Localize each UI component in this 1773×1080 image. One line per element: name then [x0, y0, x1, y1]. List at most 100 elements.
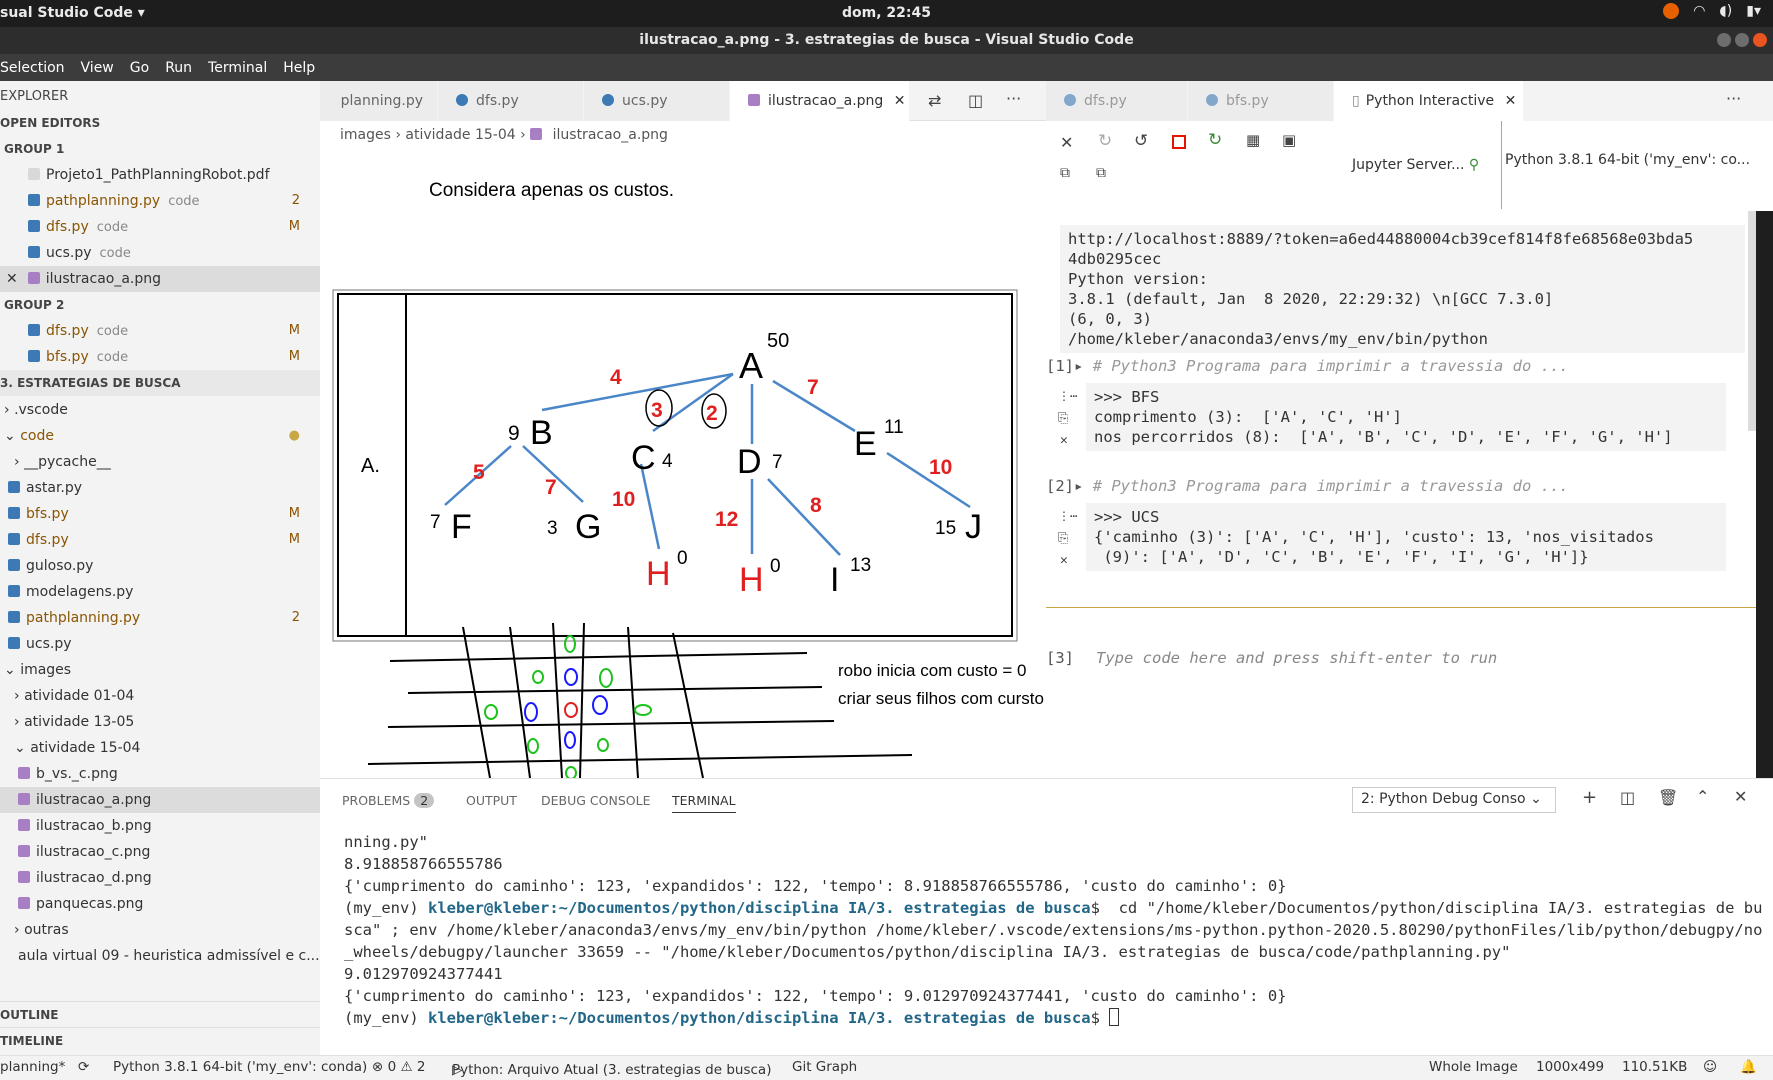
collapse-cells-icon[interactable]: ⧉ — [1096, 165, 1106, 181]
tree-file[interactable]: ilustracao_b.png — [0, 813, 320, 839]
redo-icon[interactable]: ↻ — [1098, 131, 1112, 151]
tree-file[interactable]: dfs.py M — [0, 527, 320, 553]
open-editors-header[interactable]: OPEN EDITORS — [0, 110, 320, 136]
battery-icon[interactable]: ▮▾ — [1746, 3, 1761, 19]
cell-header[interactable]: [1]▸ # Python3 Programa para imprimir a … — [1046, 357, 1569, 375]
firefox-icon[interactable] — [1663, 3, 1680, 19]
expand-cells-icon[interactable]: ⧉ — [1060, 165, 1070, 181]
jupyter-server-status[interactable]: Jupyter Server... ⚲ — [1352, 157, 1479, 173]
timeline-header[interactable]: TIMELINE — [0, 1027, 320, 1053]
open-editor-item[interactable]: pathplanning.py code 2 — [0, 188, 320, 214]
status-problems[interactable]: ⊗ 0 ⚠ 2 — [372, 1059, 425, 1075]
compare-icon[interactable]: ⇄ — [928, 91, 941, 110]
tree-folder[interactable]: ⌄ atividade 15-04 — [0, 735, 320, 761]
tree-file[interactable]: aula virtual 09 - heuristica admissível … — [0, 943, 320, 969]
delete-cell-icon[interactable]: ✕ — [1060, 433, 1068, 448]
close-window-button[interactable] — [1753, 33, 1767, 47]
tree-file[interactable]: modelagens.py — [0, 579, 320, 605]
breadcrumb-item[interactable]: atividade 15-04 — [405, 127, 515, 143]
outline-header[interactable]: OUTLINE — [0, 1001, 320, 1027]
menu-view[interactable]: View — [81, 60, 114, 76]
group2-header[interactable]: GROUP 2 — [0, 292, 320, 318]
tab-dfs-2[interactable]: dfs.py — [1046, 81, 1188, 121]
tab-dfs[interactable]: dfs.py — [438, 81, 584, 121]
terminal-select[interactable]: 2: Python Debug Conso ⌄ — [1352, 787, 1556, 813]
expand-cell-icon[interactable]: ▸ — [1074, 477, 1083, 495]
tree-file[interactable]: panquecas.png — [0, 891, 320, 917]
variables-icon[interactable]: ▦ — [1246, 131, 1260, 149]
tab-python-interactive[interactable]: ▯ Python Interactive ✕ — [1334, 81, 1524, 121]
open-editor-item[interactable]: bfs.py code M — [0, 344, 320, 370]
bell-icon[interactable]: 🔔 — [1740, 1059, 1757, 1075]
terminal-output[interactable]: nning.py" 8.918858766555786 {'cumprimento … — [344, 831, 1764, 1029]
image-preview[interactable]: Considera apenas os custos. A. A 50 B 9 … — [320, 149, 1046, 778]
split-editor-icon[interactable]: ◫ — [968, 91, 983, 110]
tree-file[interactable]: guloso.py — [0, 553, 320, 579]
tab-debug-console[interactable]: DEBUG CONSOLE — [541, 793, 650, 808]
tree-folder[interactable]: ⌄ images — [0, 657, 320, 683]
tab-terminal[interactable]: TERMINAL — [672, 793, 736, 813]
more-actions-icon[interactable]: ··· — [1006, 89, 1021, 108]
status-zoom[interactable]: Whole Image — [1429, 1059, 1518, 1075]
close-panel-icon[interactable]: ✕ — [1734, 787, 1747, 806]
tree-folder[interactable]: › outras — [0, 917, 320, 943]
goto-code-icon[interactable]: ⋮⋯ — [1058, 389, 1077, 403]
status-branch[interactable]: planning* — [0, 1059, 65, 1075]
split-terminal-icon[interactable]: ◫ — [1620, 788, 1635, 807]
interrupt-kernel-icon[interactable] — [1172, 135, 1186, 149]
expand-cell-icon[interactable]: ▸ — [1074, 357, 1083, 375]
open-editor-item[interactable]: dfs.py code M — [0, 318, 320, 344]
restart-kernel-icon[interactable]: ↻ — [1208, 130, 1222, 150]
wifi-icon[interactable]: ◠ — [1693, 3, 1705, 19]
open-editor-item[interactable]: dfs.py code M — [0, 214, 320, 240]
close-icon[interactable]: ✕ — [6, 271, 18, 287]
menu-selection[interactable]: Selection — [0, 60, 65, 76]
menu-terminal[interactable]: Terminal — [208, 60, 267, 76]
tree-file[interactable]: astar.py — [0, 475, 320, 501]
trash-icon[interactable]: 🗑 — [1658, 788, 1678, 807]
goto-code-icon[interactable]: ⋮⋯ — [1058, 509, 1077, 523]
tree-file[interactable]: ilustracao_c.png — [0, 839, 320, 865]
tab-output[interactable]: OUTPUT — [466, 793, 517, 808]
status-python-interpreter[interactable]: Python 3.8.1 64-bit ('my_env': conda) — [113, 1059, 367, 1075]
tree-folder[interactable]: › .vscode — [0, 397, 320, 423]
group1-header[interactable]: GROUP 1 — [0, 136, 320, 162]
tree-file[interactable]: ucs.py — [0, 631, 320, 657]
kernel-selector[interactable]: Python 3.8.1 64-bit ('my_env': co... — [1505, 152, 1773, 206]
undo-icon[interactable]: ↺ — [1134, 131, 1148, 151]
code-input[interactable]: Type code here and press shift-enter to … — [1096, 649, 1497, 667]
cell-header[interactable]: [2]▸ # Python3 Programa para imprimir a … — [1046, 477, 1569, 495]
scrollbar[interactable] — [1748, 211, 1756, 431]
workspace-header[interactable]: 3. ESTRATEGIAS DE BUSCA — [0, 370, 320, 396]
feedback-icon[interactable]: ☺ — [1703, 1059, 1717, 1075]
clear-all-icon[interactable]: ✕ — [1060, 133, 1073, 152]
breadcrumb-item[interactable]: ilustracao_a.png — [553, 127, 668, 143]
tree-file[interactable]: b_vs._c.png — [0, 761, 320, 787]
delete-cell-icon[interactable]: ✕ — [1060, 553, 1068, 568]
save-icon[interactable]: ▣ — [1282, 131, 1296, 149]
tree-folder[interactable]: ⌄ code ● — [0, 423, 320, 449]
volume-icon[interactable]: ◖) — [1719, 3, 1732, 19]
tab-pathplanning[interactable]: planning.py — [320, 81, 438, 121]
open-editor-item[interactable]: ucs.py code — [0, 240, 320, 266]
copy-cell-icon[interactable]: ⎘ — [1058, 531, 1068, 546]
minimize-button[interactable] — [1717, 33, 1731, 47]
copy-cell-icon[interactable]: ⎘ — [1058, 411, 1068, 426]
menu-run[interactable]: Run — [165, 60, 192, 76]
sync-icon[interactable]: ⟳ — [78, 1059, 89, 1075]
tree-file[interactable]: pathplanning.py 2 — [0, 605, 320, 631]
tree-file[interactable]: ilustracao_d.png — [0, 865, 320, 891]
close-icon[interactable]: ✕ — [1505, 93, 1517, 109]
menu-go[interactable]: Go — [130, 60, 149, 76]
tree-folder[interactable]: › __pycache__ — [0, 449, 320, 475]
tab-ucs[interactable]: ucs.py — [584, 81, 730, 121]
breadcrumb-item[interactable]: images — [340, 127, 391, 143]
open-editor-item[interactable]: Projeto1_PathPlanningRobot.pdf — [0, 162, 320, 188]
tree-file-selected[interactable]: ilustracao_a.png — [0, 787, 320, 813]
menu-help[interactable]: Help — [283, 60, 315, 76]
chevron-up-icon[interactable]: ⌃ — [1696, 787, 1709, 806]
os-clock[interactable]: dom, 22:45 — [0, 5, 1773, 21]
status-git-graph[interactable]: Git Graph — [792, 1059, 857, 1075]
tree-file[interactable]: bfs.py M — [0, 501, 320, 527]
maximize-button[interactable] — [1735, 33, 1749, 47]
